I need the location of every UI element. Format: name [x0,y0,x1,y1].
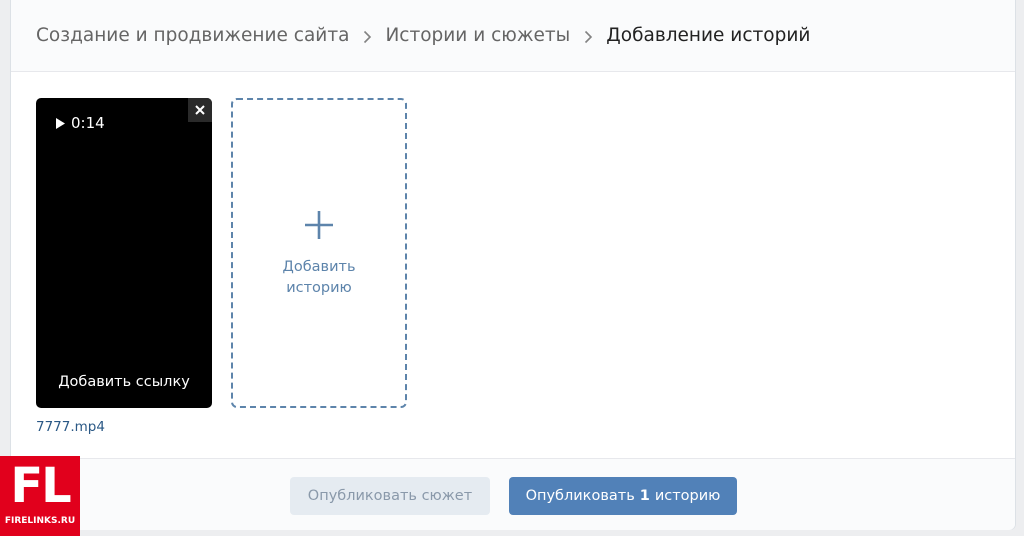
plus-icon [305,211,333,239]
breadcrumb-item-site[interactable]: Создание и продвижение сайта [36,25,349,46]
breadcrumb: Создание и продвижение сайта Истории и с… [11,0,1015,72]
story-preview[interactable]: 0:14 Добавить ссылку [36,98,212,408]
add-story-label: Добавить историю [282,259,356,296]
remove-story-button[interactable] [188,98,212,122]
duration-text: 0:14 [71,114,105,132]
publish-stories-button[interactable]: Опубликовать 1 историю [509,477,737,515]
story-editor-card: Создание и продвижение сайта Истории и с… [10,0,1016,530]
action-footer: Опубликовать сюжет Опубликовать 1 истори… [11,458,1015,530]
breadcrumb-item-current: Добавление историй [606,25,811,46]
close-icon [195,105,205,115]
add-story-button[interactable]: Добавить историю [231,98,407,408]
add-link-button[interactable]: Добавить ссылку [36,374,212,390]
story-filename: 7777.mp4 [36,419,105,435]
firelinks-logo: FL FIRELINKS.RU [0,456,80,536]
story-count: 1 [639,488,650,504]
logo-site: FIRELINKS.RU [4,516,76,526]
chevron-right-icon [570,26,606,45]
breadcrumb-item-stories[interactable]: Истории и сюжеты [385,25,570,46]
play-icon [56,117,65,129]
logo-mark: FL [10,458,71,514]
chevron-right-icon [349,26,385,45]
publish-plot-button[interactable]: Опубликовать сюжет [290,477,490,515]
video-duration: 0:14 [56,114,105,132]
